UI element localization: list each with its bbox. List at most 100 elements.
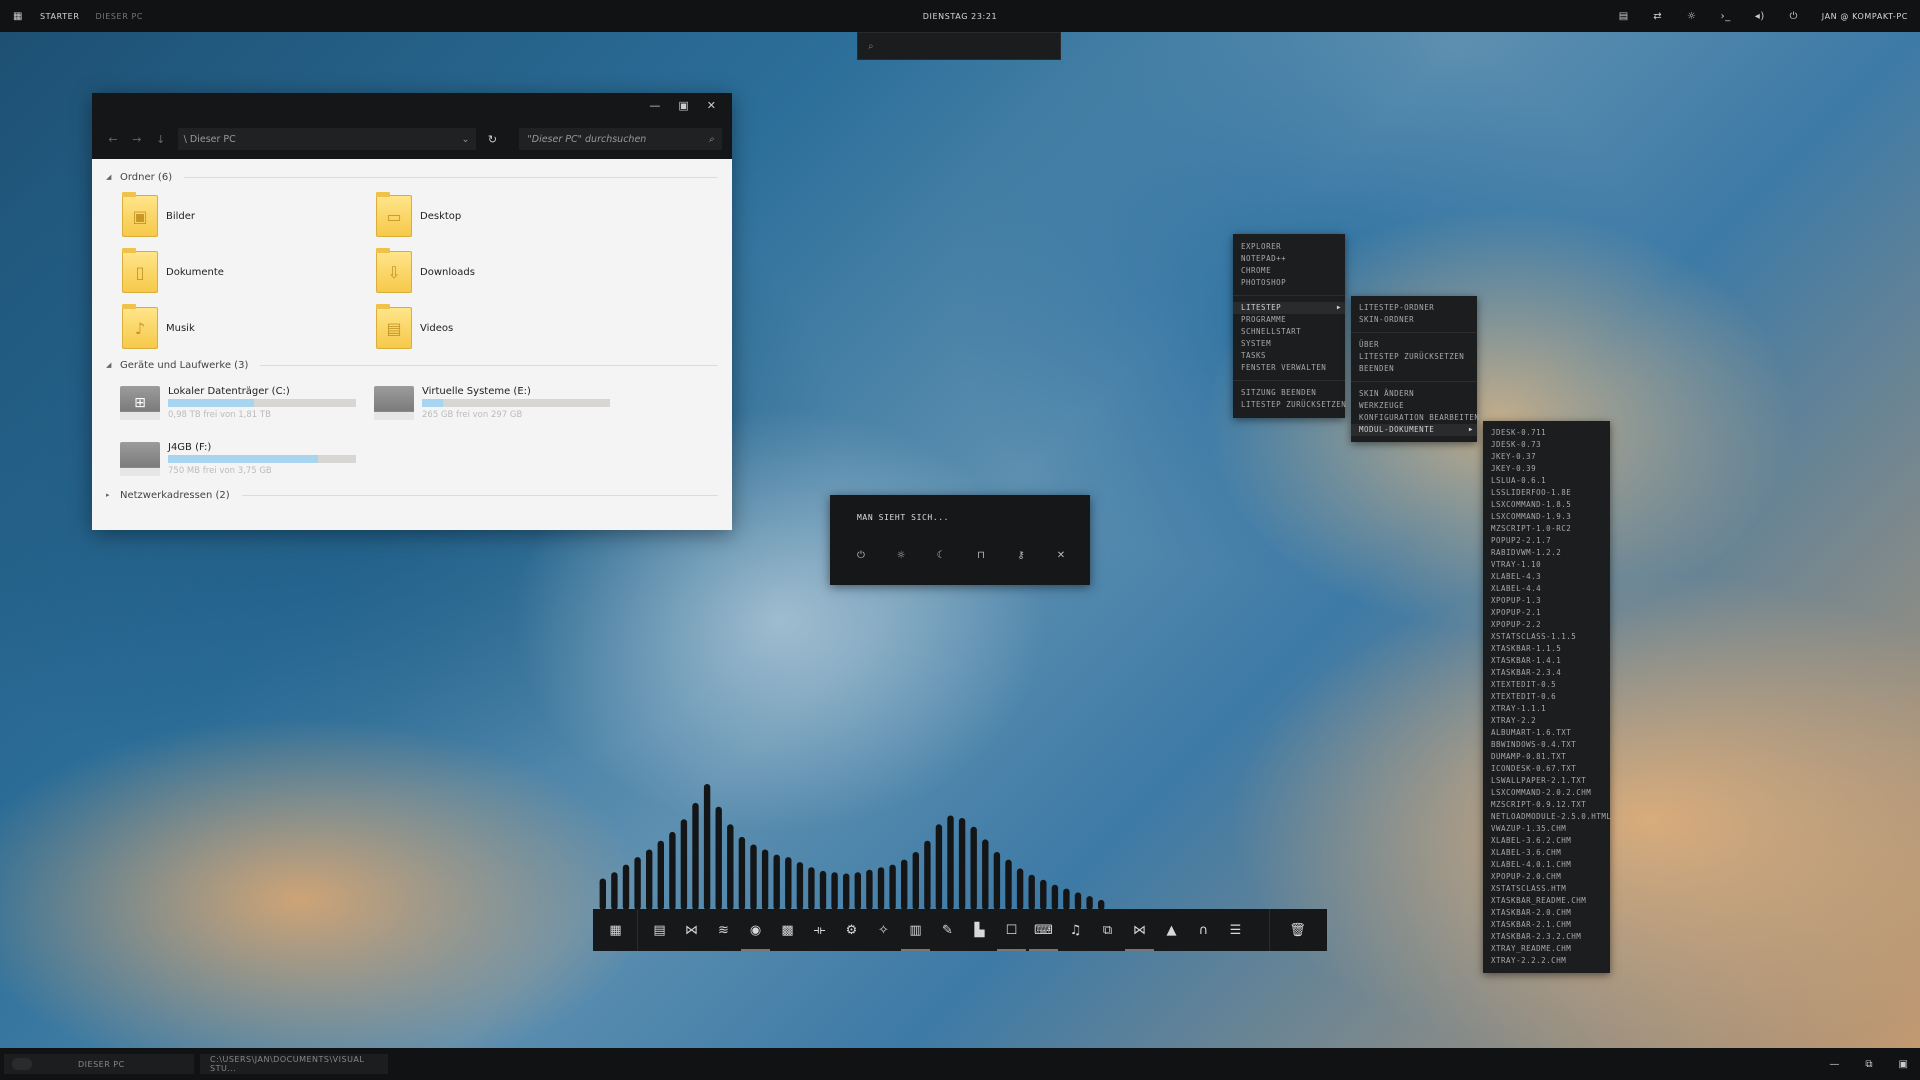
menu-item[interactable]: XSTATSCLASS.HTM bbox=[1483, 883, 1610, 895]
menu-item[interactable]: SKIN-ORDNER bbox=[1351, 314, 1477, 326]
menu-item[interactable]: VWAZUP-1.35.CHM bbox=[1483, 823, 1610, 835]
feather-icon[interactable]: ✎ bbox=[937, 909, 958, 951]
power-icon[interactable]: ⏻ bbox=[1788, 10, 1800, 22]
group-network[interactable]: ▸ Netzwerkadressen (2) bbox=[106, 487, 718, 503]
sleep-icon[interactable]: ☼ bbox=[895, 549, 907, 561]
key-icon[interactable]: ⚷ bbox=[1015, 549, 1027, 561]
menu-item[interactable]: EXPLORER bbox=[1233, 241, 1345, 253]
media-icon[interactable]: ⋈ bbox=[681, 909, 702, 951]
menu-item[interactable]: LSWALLPAPER-2.1.TXT bbox=[1483, 775, 1610, 787]
app-icon[interactable]: ▦ bbox=[605, 909, 626, 951]
folder-bilder[interactable]: ▣ Bilder bbox=[122, 192, 376, 239]
lock-icon[interactable]: ⊓ bbox=[975, 549, 987, 561]
menu-item[interactable]: XTASKBAR-2.0.CHM bbox=[1483, 907, 1610, 919]
menu-item[interactable]: BEENDEN bbox=[1351, 363, 1477, 375]
document-icon[interactable]: ▥ bbox=[901, 909, 930, 951]
menu-item[interactable]: POPUP2-2.1.7 bbox=[1483, 535, 1610, 547]
collapse-triangle-icon[interactable]: ◢ bbox=[106, 361, 114, 369]
menu-item[interactable]: LSLUA-0.6.1 bbox=[1483, 475, 1610, 487]
menu-item[interactable]: CHROME bbox=[1233, 265, 1345, 277]
menu-item[interactable]: BBWINDOWS-0.4.TXT bbox=[1483, 739, 1610, 751]
minimize-icon[interactable]: — bbox=[649, 99, 660, 112]
menu-item[interactable]: XTASKBAR_README.CHM bbox=[1483, 895, 1610, 907]
menu-item[interactable]: MODUL-DOKUMENTE ▶ bbox=[1351, 424, 1477, 436]
menu-item[interactable]: XLABEL-4.4 bbox=[1483, 583, 1610, 595]
up-arrow-icon[interactable]: ↓ bbox=[154, 133, 168, 146]
menu-item[interactable]: MZSCRIPT-1.0-RC2 bbox=[1483, 523, 1610, 535]
menu-item[interactable]: SITZUNG BEENDEN bbox=[1233, 387, 1345, 399]
menu-item[interactable]: JKEY-0.39 bbox=[1483, 463, 1610, 475]
layers-icon[interactable]: ⧉ bbox=[1097, 909, 1118, 951]
menu-item[interactable]: XTEXTEDIT-0.5 bbox=[1483, 679, 1610, 691]
menu-item[interactable]: WERKZEUGE bbox=[1351, 400, 1477, 412]
moon-icon[interactable]: ☾ bbox=[935, 549, 947, 561]
menu-item[interactable]: LITESTEP ZURÜCKSETZEN bbox=[1351, 351, 1477, 363]
network-icon[interactable]: ⇄ bbox=[1652, 10, 1664, 22]
menu-item[interactable]: XTRAY-2.2 bbox=[1483, 715, 1610, 727]
chat-icon[interactable]: ☐ bbox=[997, 909, 1026, 951]
menu-item[interactable]: SYSTEM bbox=[1233, 338, 1345, 350]
menu-item[interactable]: XTRAY-1.1.1 bbox=[1483, 703, 1610, 715]
menu-item[interactable]: LSXCOMMAND-1.8.5 bbox=[1483, 499, 1610, 511]
chart-icon[interactable]: ▙ bbox=[969, 909, 990, 951]
menu-item[interactable]: XTASKBAR-2.1.CHM bbox=[1483, 919, 1610, 931]
user-label[interactable]: JAN @ KOMPAKT-PC bbox=[1822, 12, 1908, 21]
menu-item[interactable]: NOTEPAD++ bbox=[1233, 253, 1345, 265]
sound-icon[interactable]: ⟛ bbox=[809, 909, 830, 951]
restore-icon[interactable]: ⧉ bbox=[1865, 1059, 1872, 1070]
menu-item[interactable]: JKEY-0.37 bbox=[1483, 451, 1610, 463]
menu-item[interactable]: LSSLIDERFOO-1.8E bbox=[1483, 487, 1610, 499]
calendar-icon[interactable]: ▤ bbox=[1618, 10, 1630, 22]
close-icon[interactable]: ✕ bbox=[1055, 549, 1067, 561]
global-search-input[interactable]: ⌕ bbox=[857, 32, 1061, 60]
menu-item[interactable]: XTRAY_README.CHM bbox=[1483, 943, 1610, 955]
grid-icon[interactable]: ▦ bbox=[12, 10, 24, 22]
menu-item[interactable]: XPOPUP-1.3 bbox=[1483, 595, 1610, 607]
menu-item[interactable]: ÜBER bbox=[1351, 339, 1477, 351]
menu-item[interactable]: XTASKBAR-1.1.5 bbox=[1483, 643, 1610, 655]
menu-item[interactable]: KONFIGURATION BEARBEITEN bbox=[1351, 412, 1479, 424]
refresh-icon[interactable]: ↻ bbox=[486, 133, 500, 146]
menu-item[interactable]: ALBUMART-1.6.TXT bbox=[1483, 727, 1610, 739]
address-bar[interactable]: \ Dieser PC ⌄ bbox=[177, 128, 476, 150]
menu-item[interactable]: LITESTEP ▶ bbox=[1233, 302, 1345, 314]
menu-item[interactable]: RABIDVWM-1.2.2 bbox=[1483, 547, 1610, 559]
menu-item[interactable]: LITESTEP ZURÜCKSETZEN bbox=[1233, 399, 1346, 411]
expand-triangle-icon[interactable]: ▸ bbox=[106, 491, 114, 499]
menu-item[interactable]: XTASKBAR-2.3.2.CHM bbox=[1483, 931, 1610, 943]
menu-item[interactable]: XTASKBAR-1.4.1 bbox=[1483, 655, 1610, 667]
volume-icon[interactable]: ◂) bbox=[1754, 10, 1766, 22]
back-arrow-icon[interactable]: ← bbox=[106, 133, 120, 146]
menu-item[interactable]: XLABEL-4.3 bbox=[1483, 571, 1610, 583]
folder-downloads[interactable]: ⇩ Downloads bbox=[376, 248, 630, 295]
task-visual-studio[interactable]: C:\USERS\JAN\DOCUMENTS\VISUAL STU... bbox=[200, 1054, 388, 1074]
power-icon[interactable]: ⏻ bbox=[855, 549, 867, 561]
explorer-search-input[interactable]: "Dieser PC" durchsuchen ⌕ bbox=[519, 128, 722, 150]
chrome-icon[interactable]: ◉ bbox=[741, 909, 770, 951]
menu-item[interactable]: XLABEL-3.6.2.CHM bbox=[1483, 835, 1610, 847]
menu-item[interactable]: FENSTER VERWALTEN bbox=[1233, 362, 1345, 374]
menu-item[interactable]: VTRAY-1.10 bbox=[1483, 559, 1610, 571]
group-folders[interactable]: ◢ Ordner (6) bbox=[106, 169, 718, 185]
folder-musik[interactable]: ♪ Musik bbox=[122, 304, 376, 351]
group-drives[interactable]: ◢ Geräte und Laufwerke (3) bbox=[106, 357, 718, 373]
magic-icon[interactable]: ✧ bbox=[873, 909, 894, 951]
game-icon[interactable]: ⌨ bbox=[1029, 909, 1058, 951]
maximize-icon[interactable]: ▣ bbox=[678, 99, 688, 112]
folder-desktop[interactable]: ▭ Desktop bbox=[376, 192, 630, 239]
folder-videos[interactable]: ▤ Videos bbox=[376, 304, 630, 351]
menu-item[interactable]: TASKS bbox=[1233, 350, 1345, 362]
menu-item[interactable]: XPOPUP-2.2 bbox=[1483, 619, 1610, 631]
forward-arrow-icon[interactable]: → bbox=[130, 133, 144, 146]
menu-item[interactable]: ICONDESK-0.67.TXT bbox=[1483, 763, 1610, 775]
menu-item[interactable]: XSTATSCLASS-1.1.5 bbox=[1483, 631, 1610, 643]
menu-item[interactable]: LSXCOMMAND-1.9.3 bbox=[1483, 511, 1610, 523]
mic-icon[interactable]: ♫ bbox=[1065, 909, 1086, 951]
drive-f[interactable]: J4GB (F:) 750 MB frei von 3,75 GB bbox=[120, 439, 374, 479]
lines-icon[interactable]: ≋ bbox=[713, 909, 734, 951]
menu-item[interactable]: LSXCOMMAND-2.0.2.CHM bbox=[1483, 787, 1610, 799]
menu-item[interactable]: PROGRAMME bbox=[1233, 314, 1345, 326]
trash-icon[interactable]: 🗑 bbox=[1287, 909, 1308, 951]
text-icon[interactable]: ☰ bbox=[1225, 909, 1246, 951]
collapse-triangle-icon[interactable]: ◢ bbox=[106, 173, 114, 181]
